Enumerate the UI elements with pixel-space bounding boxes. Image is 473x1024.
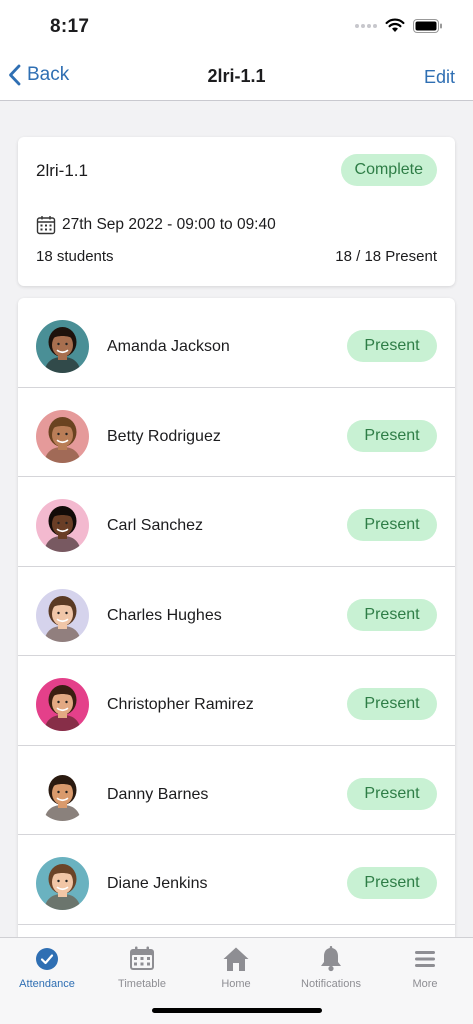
person-portrait [36, 857, 89, 910]
person-portrait [36, 678, 89, 731]
student-row[interactable]: Diane Jenkins Present [18, 835, 455, 925]
session-datetime: 27th Sep 2022 - 09:00 to 09:40 [36, 215, 276, 235]
bell-icon [321, 946, 341, 972]
person-portrait [36, 320, 89, 373]
student-list: Amanda Jackson Present Betty Rodriguez P… [18, 298, 455, 938]
avatar [36, 320, 89, 373]
status-time: 8:17 [50, 16, 90, 37]
check-circle-icon [36, 948, 58, 970]
attendance-status-badge[interactable]: Present [347, 867, 437, 899]
avatar [36, 588, 89, 642]
person-portrait [36, 588, 89, 642]
house-icon [223, 947, 249, 971]
tab-home[interactable]: Home [189, 944, 283, 990]
menu-icon [415, 951, 435, 967]
tab-label: Home [221, 978, 251, 990]
attendance-status-badge[interactable]: Present [347, 598, 437, 631]
session-name: 2lri-1.1 [36, 161, 88, 180]
student-row[interactable]: Charles Hughes Present [18, 567, 455, 656]
session-summary-card: 2lri-1.1 Complete 27th Sep 2022 - 09:00 … [18, 137, 455, 286]
student-name: Amanda Jackson [107, 338, 230, 355]
student-name: Christopher Ramirez [107, 696, 254, 713]
student-row[interactable]: Betty Rodriguez Present [18, 388, 455, 477]
tab-more[interactable]: More [378, 944, 472, 990]
calendar-icon [130, 946, 154, 970]
status-bar: 8:17 [0, 0, 473, 54]
student-row[interactable]: Christopher Ramirez Present [18, 656, 455, 746]
person-portrait [36, 499, 89, 552]
student-name: Carl Sanchez [107, 517, 204, 534]
avatar [36, 409, 89, 463]
status-indicators [355, 18, 443, 33]
tab-label: More [412, 978, 438, 990]
attendance-status-badge[interactable]: Present [347, 419, 437, 452]
student-name: Betty Rodriguez [107, 427, 221, 445]
tab-timetable[interactable]: Timetable [95, 944, 189, 990]
session-status-badge: Complete [340, 154, 437, 186]
avatar [36, 767, 89, 821]
calendar-icon [36, 216, 56, 235]
tab-label: Attendance [19, 978, 75, 990]
present-summary: 18 / 18 Present [335, 248, 437, 265]
edit-button[interactable]: Edit [424, 67, 455, 88]
signal-icon [355, 23, 377, 28]
avatar [36, 678, 89, 731]
attendance-status-badge[interactable]: Present [347, 688, 437, 720]
tab-notifications[interactable]: Notifications [284, 944, 378, 990]
avatar [36, 857, 89, 910]
student-row[interactable]: Danny Barnes Present [18, 746, 455, 835]
page-title: 2lri-1.1 [207, 66, 266, 86]
attendance-status-badge[interactable]: Present [347, 330, 437, 362]
student-count: 18 students [36, 248, 114, 265]
attendance-status-badge[interactable]: Present [347, 777, 437, 810]
navigation-bar: Back 2lri-1.1 Edit [0, 54, 473, 101]
avatar [36, 499, 89, 552]
student-row[interactable]: Carl Sanchez Present [18, 477, 455, 567]
tab-label: Notifications [301, 978, 361, 990]
tab-attendance[interactable]: Attendance [0, 944, 94, 990]
attendance-status-badge[interactable]: Present [347, 509, 437, 541]
student-name: Charles Hughes [107, 606, 222, 624]
wifi-icon [385, 18, 405, 32]
tab-label: Timetable [118, 978, 166, 990]
session-date-text: 27th Sep 2022 - 09:00 to 09:40 [62, 216, 276, 233]
student-name: Danny Barnes [107, 785, 209, 803]
person-portrait [36, 767, 89, 821]
person-portrait [36, 409, 89, 463]
student-row[interactable]: Amanda Jackson Present [18, 298, 455, 388]
student-name: Diane Jenkins [107, 875, 208, 892]
battery-icon [413, 18, 442, 33]
home-indicator [152, 1008, 322, 1013]
